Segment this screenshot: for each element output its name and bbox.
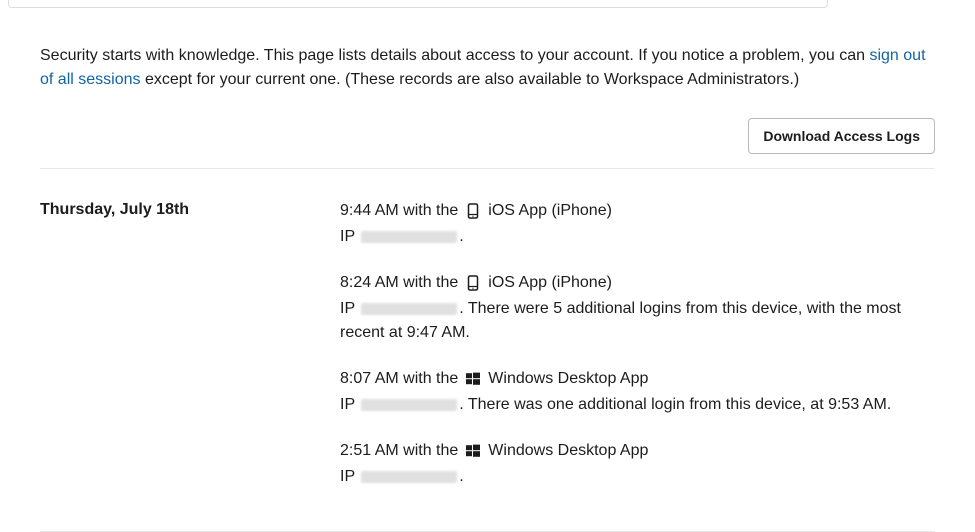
intro-paragraph: Security starts with knowledge. This pag… [40, 44, 935, 92]
intro-text-before: Security starts with knowledge. This pag… [40, 47, 869, 64]
entry-device: Windows Desktop App [488, 367, 648, 391]
tab-panel-edge [8, 0, 828, 8]
day-block: Thursday, July 18th 9:44 AM with the iOS … [40, 169, 935, 531]
entry-detail: IP . [340, 465, 935, 489]
entry-detail: IP . [340, 225, 935, 249]
entry-time: 8:24 AM with the [340, 271, 458, 295]
ip-suffix: . There was one additional login from th… [459, 396, 891, 413]
download-access-logs-button[interactable]: Download Access Logs [748, 118, 935, 154]
entry-header: 2:51 AM with the Windows Desktop App [340, 439, 935, 463]
entry-time: 8:07 AM with the [340, 367, 458, 391]
windows-icon [464, 370, 482, 388]
ip-redacted [361, 471, 457, 483]
entry-detail: IP . There were 5 additional logins from… [340, 297, 935, 345]
ip-prefix: IP [340, 468, 359, 485]
intro-text-after: except for your current one. (These reco… [145, 71, 799, 88]
entry-detail: IP . There was one additional login from… [340, 393, 935, 417]
ip-prefix: IP [340, 300, 359, 317]
entry-device: iOS App (iPhone) [488, 199, 612, 223]
entry-device: Windows Desktop App [488, 439, 648, 463]
ip-prefix: IP [340, 396, 359, 413]
entry-header: 8:24 AM with the iOS App (iPhone) [340, 271, 935, 295]
windows-icon [464, 442, 482, 460]
actions-row: Download Access Logs [40, 118, 935, 168]
entry-time: 9:44 AM with the [340, 199, 458, 223]
access-log-entry: 9:44 AM with theiOS App (iPhone)IP . [340, 199, 935, 249]
entry-device: iOS App (iPhone) [488, 271, 612, 295]
ip-redacted [361, 399, 457, 411]
entry-header: 8:07 AM with the Windows Desktop App [340, 367, 935, 391]
mobile-icon [464, 202, 482, 220]
access-log-entry: 8:07 AM with theWindows Desktop AppIP . … [340, 367, 935, 417]
entry-time: 2:51 AM with the [340, 439, 458, 463]
access-log-entry: 2:51 AM with theWindows Desktop AppIP . [340, 439, 935, 489]
ip-redacted [361, 231, 457, 243]
entries-list: 9:44 AM with theiOS App (iPhone)IP .8:24… [340, 199, 935, 511]
mobile-icon [464, 274, 482, 292]
ip-suffix: . [459, 468, 463, 485]
ip-suffix: . [459, 228, 463, 245]
ip-prefix: IP [340, 228, 359, 245]
entry-header: 9:44 AM with the iOS App (iPhone) [340, 199, 935, 223]
day-label: Thursday, July 18th [40, 199, 340, 511]
access-log-entry: 8:24 AM with the iOS App (iPhone)IP . The… [340, 271, 935, 345]
ip-redacted [361, 303, 457, 315]
